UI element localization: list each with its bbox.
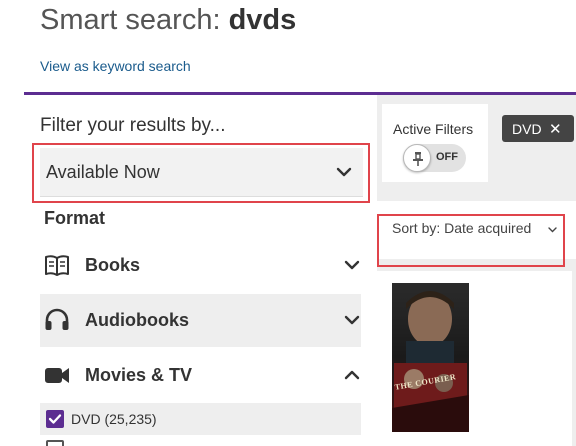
page-title-prefix: Smart search: <box>40 4 229 36</box>
keyword-search-link[interactable]: View as keyword search <box>40 58 191 74</box>
close-icon[interactable]: ✕ <box>549 120 562 138</box>
checkmark-icon <box>48 414 62 424</box>
format-option-dvd[interactable]: DVD (25,235) <box>40 403 361 435</box>
filter-chip-label: DVD <box>512 121 542 137</box>
filter-sidebar: Filter your results by... Available Now … <box>0 95 377 446</box>
available-now-highlight <box>32 143 370 203</box>
page-title: Smart search: dvds <box>40 4 296 37</box>
toggle-knob <box>403 144 431 172</box>
dvd-option-label: DVD (25,235) <box>71 411 157 427</box>
cover-image[interactable]: THE COURIER <box>392 283 469 432</box>
format-audiobooks[interactable]: Audiobooks <box>40 294 361 347</box>
movie-poster-art <box>392 283 469 432</box>
headphones-icon <box>45 308 69 330</box>
active-filters-toggle[interactable]: OFF <box>403 144 466 172</box>
results-panel: Active Filters OFF DVD ✕ Sort by: Date a… <box>377 95 576 446</box>
format-books[interactable]: Books <box>40 239 361 292</box>
next-option-checkbox[interactable] <box>46 440 64 446</box>
sort-highlight <box>377 214 565 267</box>
filter-chip-dvd[interactable]: DVD ✕ <box>502 115 574 142</box>
format-movies-tv-label: Movies & TV <box>85 365 193 385</box>
search-query: dvds <box>228 4 297 36</box>
toggle-state: OFF <box>436 151 458 163</box>
chevron-up-icon <box>344 370 360 380</box>
format-heading: Format <box>44 208 106 228</box>
chevron-down-icon <box>344 315 360 325</box>
active-filters-card: Active Filters OFF <box>382 104 488 182</box>
format-audiobooks-label: Audiobooks <box>85 310 189 330</box>
book-icon <box>45 255 69 276</box>
filter-heading: Filter your results by... <box>40 115 226 136</box>
format-movies-tv[interactable]: Movies & TV <box>40 349 361 402</box>
format-books-label: Books <box>85 255 141 275</box>
dvd-checkbox[interactable] <box>46 410 64 428</box>
video-camera-icon <box>45 368 69 383</box>
chevron-down-icon <box>344 260 360 270</box>
active-filters-label: Active Filters <box>393 121 474 137</box>
result-card[interactable]: THE COURIER <box>377 271 572 446</box>
pin-icon <box>413 152 423 166</box>
